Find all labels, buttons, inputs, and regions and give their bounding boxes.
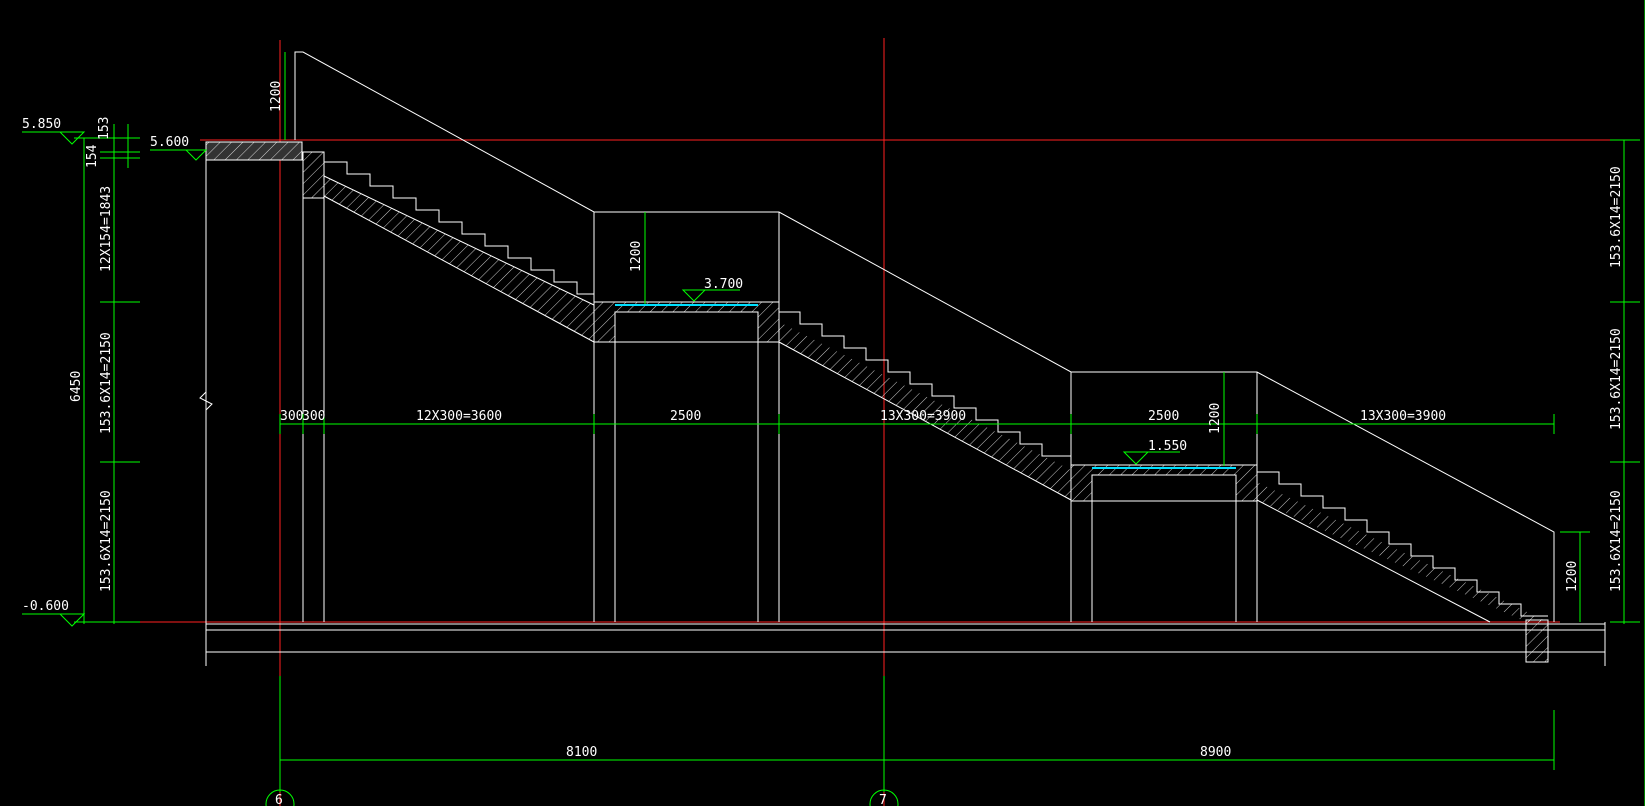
rail-height-landing-1: 1200 [629, 241, 644, 272]
dim-span-6-7: 8100 [566, 745, 597, 760]
dim-flight2: 13X300=3900 [880, 409, 966, 424]
dim-300b: 300 [302, 409, 325, 424]
elev-1550-label: 1.550 [1148, 439, 1187, 454]
axis-6-label: 6 [275, 793, 283, 806]
dim-total: 6450 [69, 371, 84, 402]
dim-right-run1: 153.6X14=2150 [1609, 166, 1624, 268]
dim-flight3: 13X300=3900 [1360, 409, 1446, 424]
dim-span-7-end: 8900 [1200, 745, 1231, 760]
stair-flight-3 [1256, 471, 1548, 623]
elev-marker-5600 [184, 149, 208, 161]
dim-154: 154 [85, 144, 100, 168]
dim-landing2: 2500 [1148, 409, 1179, 424]
dim-left-run2: 153.6X14=2150 [99, 332, 114, 434]
dim-153: 153 [97, 117, 112, 140]
dim-left-run3: 153.6X14=2150 [99, 490, 114, 592]
landing-2 [1070, 464, 1258, 502]
rail-height-landing-2: 1200 [1208, 403, 1223, 434]
dimension-lines [74, 0, 1645, 806]
landing-1 [593, 301, 780, 343]
axis-7-label: 7 [879, 793, 887, 806]
stair-flight-2 [778, 311, 1072, 501]
stair-section-drawing: 5.850 5.600 3.700 1.550 -0.600 153 154 1… [0, 0, 1645, 806]
elevation-markers [22, 131, 1180, 627]
top-slab [205, 141, 325, 199]
elev-marker-1550 [1122, 451, 1150, 465]
dim-right-run3: 153.6X14=2150 [1609, 490, 1624, 592]
ground-slab [205, 619, 1606, 666]
rail-height-bottom: 1200 [1565, 561, 1580, 592]
rail-height-top: 1200 [269, 81, 284, 112]
axis-bubbles [265, 789, 899, 806]
elev-3700-label: 3.700 [704, 277, 743, 292]
stair-flight-1 [323, 161, 595, 343]
columns [205, 158, 1258, 622]
labels: 5.850 5.600 3.700 1.550 -0.600 153 154 1… [22, 81, 1624, 806]
elev-marker-bottom [58, 613, 86, 627]
elev-top-label: 5.850 [22, 117, 61, 132]
dim-300a: 300 [280, 409, 303, 424]
dim-right-run2: 153.6X14=2150 [1609, 328, 1624, 430]
dim-landing1: 2500 [670, 409, 701, 424]
dim-flight1: 12X300=3600 [416, 409, 502, 424]
elev-bottom-label: -0.600 [22, 599, 69, 614]
elev-marker-3700 [681, 289, 707, 302]
elev-5600-label: 5.600 [150, 135, 189, 150]
dim-left-run1: 12X154=1843 [99, 186, 114, 272]
